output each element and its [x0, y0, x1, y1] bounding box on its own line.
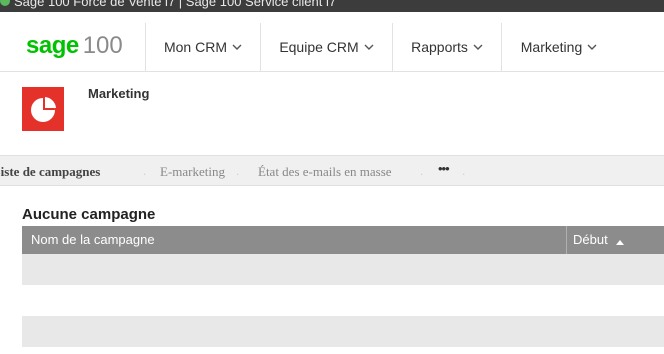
campaign-list-heading: Aucune campagne	[22, 206, 156, 223]
tab-mass-email-status[interactable]: État des e-mails en masse	[258, 164, 392, 180]
nav-menu-label: Mon CRM	[163, 39, 227, 55]
table-row-empty	[22, 285, 664, 316]
table-row-empty	[22, 254, 664, 285]
campaign-table: Nom de la campagne Début	[22, 226, 664, 347]
chevron-down-icon	[587, 42, 597, 52]
logo-brand: sage	[26, 32, 79, 59]
nav-menu-marketing[interactable]: Marketing	[501, 23, 616, 71]
table-header: Nom de la campagne Début	[22, 226, 664, 254]
pie-chart-icon	[22, 87, 64, 131]
column-header-start-date[interactable]: Début	[566, 226, 664, 254]
window-title: Sage 100 Force de Vente i7 | Sage 100 Se…	[14, 0, 337, 9]
sage-100-logo[interactable]: sage 100	[26, 33, 123, 59]
nav-menu-label: Marketing	[520, 39, 583, 55]
nav-menu-mon-crm[interactable]: Mon CRM	[145, 23, 260, 71]
chevron-down-icon	[232, 42, 242, 52]
chevron-down-icon	[364, 42, 374, 52]
campaign-tab-strip: Liste de campagnes . E-marketing . État …	[0, 155, 664, 186]
more-tabs-button[interactable]: •••	[438, 161, 450, 177]
nav-menu-rapports[interactable]: Rapports	[392, 23, 501, 71]
sort-ascending-icon	[616, 227, 625, 255]
app-status-dot	[0, 0, 10, 6]
top-navigation-bar: sage 100 Mon CRM Equipe CRM Rapports Mark…	[0, 23, 664, 72]
tab-separator: .	[236, 164, 240, 178]
logo-product: 100	[82, 32, 123, 59]
window-title-bar: Sage 100 Force de Vente i7 | Sage 100 Se…	[0, 0, 664, 12]
tab-separator: .	[462, 164, 466, 178]
module-title: Marketing	[88, 86, 150, 101]
nav-menu-equipe-crm[interactable]: Equipe CRM	[260, 23, 392, 71]
tab-e-marketing[interactable]: E-marketing	[160, 164, 225, 180]
column-header-label: Début	[573, 232, 608, 247]
tab-campaign-list[interactable]: Liste de campagnes	[0, 164, 100, 180]
nav-menu-label: Equipe CRM	[279, 39, 359, 55]
table-row-empty	[22, 316, 664, 347]
nav-menu-label: Rapports	[411, 39, 468, 55]
tab-separator: .	[143, 164, 147, 178]
tab-separator: .	[420, 164, 424, 178]
chevron-down-icon	[473, 42, 483, 52]
column-header-campaign-name[interactable]: Nom de la campagne	[22, 226, 566, 254]
